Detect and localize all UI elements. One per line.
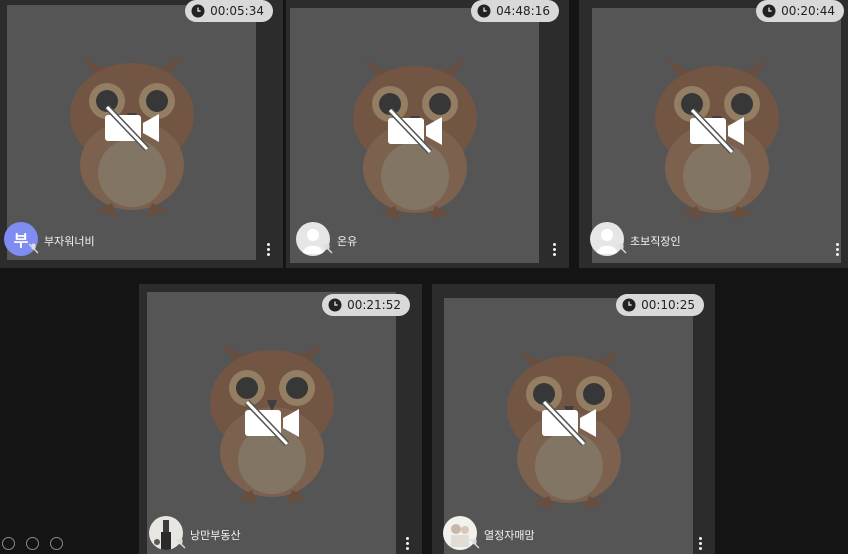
- more-options-icon[interactable]: [267, 243, 271, 257]
- elapsed-time-badge: 00:21:52: [322, 294, 410, 316]
- avatar-letter: 부: [13, 231, 29, 250]
- camera-off-icon: [387, 108, 442, 154]
- mic-off-icon: [322, 243, 333, 254]
- participant-tile[interactable]: 00:21:52 낭만부동산: [139, 284, 422, 554]
- more-options-icon[interactable]: [406, 537, 410, 551]
- more-options-icon[interactable]: [553, 243, 557, 257]
- camera-off-icon: [689, 108, 744, 154]
- mic-off-icon: [616, 243, 627, 254]
- elapsed-time-text: 04:48:16: [496, 4, 550, 18]
- elapsed-time-badge: 00:10:25: [616, 294, 704, 316]
- participant-tile[interactable]: 00:20:44 초보직장인: [579, 0, 848, 268]
- elapsed-time-badge: 04:48:16: [471, 0, 559, 22]
- more-options-icon[interactable]: [699, 537, 703, 551]
- corner-controls: [2, 537, 63, 550]
- video-placeholder: [592, 8, 841, 263]
- more-icon[interactable]: [50, 537, 63, 550]
- clock-icon: [762, 4, 776, 18]
- video-placeholder: [7, 5, 256, 260]
- video-placeholder: [147, 292, 396, 554]
- participant-name: 부자워너비: [44, 235, 95, 248]
- camera-off-icon: [541, 400, 596, 446]
- zoom-icon[interactable]: [26, 537, 39, 550]
- participant-name: 초보직장인: [630, 235, 681, 248]
- mic-off-icon: [469, 538, 480, 549]
- elapsed-time-badge: 00:05:34: [185, 0, 273, 22]
- video-placeholder: [290, 8, 539, 263]
- camera-off-icon: [244, 400, 299, 446]
- video-placeholder: [444, 298, 693, 554]
- screen-icon[interactable]: [2, 537, 15, 550]
- participant-name: 열정자매맘: [484, 529, 535, 542]
- elapsed-time-badge: 00:20:44: [756, 0, 844, 22]
- clock-icon: [328, 298, 342, 312]
- more-options-icon[interactable]: [836, 243, 840, 257]
- camera-off-icon: [104, 105, 159, 151]
- participant-name: 낭만부동산: [190, 529, 241, 542]
- mic-off-icon: [175, 538, 186, 549]
- clock-icon: [191, 4, 205, 18]
- elapsed-time-text: 00:20:44: [781, 4, 835, 18]
- elapsed-time-text: 00:05:34: [210, 4, 264, 18]
- clock-icon: [477, 4, 491, 18]
- participant-name: 온유: [337, 235, 358, 248]
- clock-icon: [622, 298, 636, 312]
- participant-tile[interactable]: 04:48:16 온유: [286, 0, 569, 268]
- mic-off-icon: [28, 243, 39, 254]
- elapsed-time-text: 00:10:25: [641, 298, 695, 312]
- participant-tile[interactable]: 00:10:25 열정자매맘: [432, 284, 715, 554]
- participant-tile[interactable]: 00:05:34 부 부자워너비: [0, 0, 283, 268]
- elapsed-time-text: 00:21:52: [347, 298, 401, 312]
